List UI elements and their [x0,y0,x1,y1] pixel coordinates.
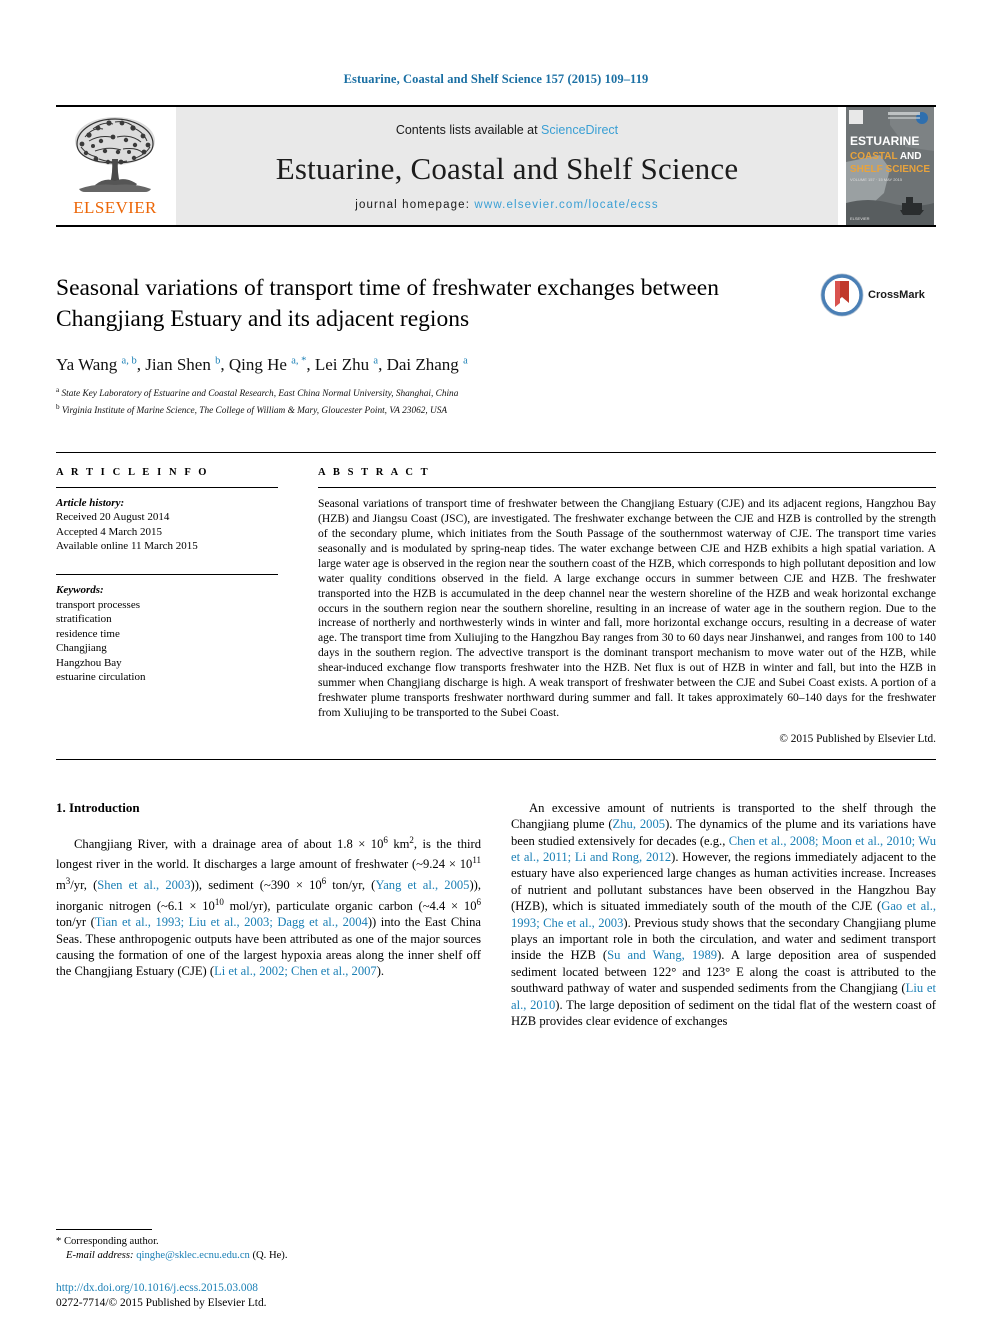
running-head: Estuarine, Coastal and Shelf Science 157… [343,72,649,86]
paper-page: Estuarine, Coastal and Shelf Science 157… [0,0,992,1323]
footnote-rule [56,1229,152,1230]
homepage-prefix: journal homepage: [355,199,475,211]
citation-link[interactable]: Chen et al., 2008; Moon et al., 2010; Wu… [511,834,936,864]
svg-text:ESTUARINE: ESTUARINE [850,134,919,148]
abstract-rule [318,487,936,489]
keywords-rule [56,573,278,575]
article-info-column: A R T I C L E I N F O Article history: R… [56,453,302,745]
crossmark-icon [820,273,864,317]
affiliation-list: a State Key Laboratory of Estuarine and … [56,384,806,418]
email-owner: (Q. He). [252,1250,288,1261]
info-abstract-row: A R T I C L E I N F O Article history: R… [56,452,936,745]
issn-copyright-line: 0272-7714/© 2015 Published by Elsevier L… [56,1297,267,1309]
citation-link[interactable]: Shen et al., 2003 [97,878,190,892]
keyword-item: transport processes [56,598,141,611]
elsevier-tree-icon [75,117,155,192]
author-name: Dai Zhang [386,355,464,374]
svg-text:SHELF SCIENCE: SHELF SCIENCE [850,164,930,175]
svg-text:COASTAL AND: COASTAL AND [850,151,922,162]
abstract-column: A B S T R A C T Seasonal variations of t… [302,453,936,745]
elsevier-wordmark: ELSEVIER [73,198,157,217]
author-affiliation-mark: a [463,355,468,367]
citation-link[interactable]: Yang et al., 2005 [375,878,469,892]
citation-link[interactable]: Liu et al., 2010 [511,981,936,1011]
elsevier-logo: ELSEVIER [56,107,174,225]
author-affiliation-mark: a, * [291,355,307,367]
journal-band: Contents lists available at ScienceDirec… [176,107,838,225]
page-title: Seasonal variations of transport time of… [56,275,719,332]
author-name: Jian Shen [145,355,216,374]
keyword-item: Hangzhou Bay [56,656,122,669]
author-name: Qing He [228,355,292,374]
citation-link[interactable]: Zhu, 2005 [613,817,666,831]
citation-link[interactable]: Gao et al., 1993; Che et al., 2003 [511,899,936,929]
title-block: CrossMark Seasonal variations of transpo… [56,273,936,418]
keyword-list: transport processes stratification resid… [56,598,278,685]
contents-prefix: Contents lists available at [395,123,542,137]
author-list: Ya Wang a, b, Jian Shen b, Qing He a, *,… [56,355,468,374]
intro-paragraph-left: Changjiang River, with a drainage area o… [56,834,482,979]
svg-text:ELSEVIER: ELSEVIER [850,216,870,221]
journal-homepage-line: journal homepage: www.elsevier.com/locat… [355,199,658,211]
abstract-heading: A B S T R A C T [318,467,431,479]
crossmark-label: CrossMark [868,289,925,301]
history-line: Received 20 August 2014 [56,511,170,524]
contents-available-line: Contents lists available at ScienceDirec… [396,123,618,137]
email-line: E-mail address: qinghe@sklec.ecnu.edu.cn… [56,1249,456,1263]
author-affiliation-mark: a, b [121,355,137,367]
corresponding-author-footnote: * Corresponding author. E-mail address: … [56,1229,456,1263]
article-history-lines: Received 20 August 2014 Accepted 4 March… [56,510,278,554]
email-link[interactable]: qinghe@sklec.ecnu.edu.cn [136,1250,250,1261]
history-line: Available online 11 March 2015 [56,540,198,553]
author-name: Lei Zhu [314,355,374,374]
body-column-right: An excessive amount of nutrients is tran… [511,800,936,1030]
keyword-item: stratification [56,613,112,626]
journal-cover-image: ESTUARINE COASTAL AND SHELF SCIENCE VOLU… [846,107,934,225]
journal-title: Estuarine, Coastal and Shelf Science [275,151,739,186]
doi-link[interactable]: http://dx.doi.org/10.1016/j.ecss.2015.03… [56,1281,476,1296]
citation-link[interactable]: Tian et al., 1993; Liu et al., 2003; Dag… [95,915,368,929]
journal-masthead: ELSEVIER Contents lists available at Sci… [56,105,936,227]
exponent: 3 [65,875,71,886]
journal-cover-thumbnail: ESTUARINE COASTAL AND SHELF SCIENCE VOLU… [844,107,936,225]
exponent: 10 [214,896,224,907]
abstract-copyright: © 2015 Published by Elsevier Ltd. [779,732,936,745]
homepage-url-link[interactable]: www.elsevier.com/locate/ecss [474,199,658,211]
exponent: 6 [476,896,482,907]
affiliation-line: b Virginia Institute of Marine Science, … [56,403,448,417]
article-history-label: Article history: [56,497,125,510]
history-line: Accepted 4 March 2015 [56,525,162,538]
footer-doi-block: http://dx.doi.org/10.1016/j.ecss.2015.03… [56,1281,476,1311]
exponent: 6 [321,875,327,886]
article-info-heading: A R T I C L E I N F O [56,467,210,479]
svg-text:VOLUME 157 · 15 MAY 2015: VOLUME 157 · 15 MAY 2015 [850,177,903,182]
intro-paragraph-right: An excessive amount of nutrients is tran… [511,800,937,1029]
exponent: 11 [472,855,481,866]
citation-link[interactable]: Li et al., 2002; Chen et al., 2007 [214,964,377,978]
keyword-item: Changjiang [56,642,107,655]
abstract-bottom-rule [56,758,936,760]
email-label: E-mail address: [66,1250,134,1261]
author-affiliation-mark: b [215,355,221,367]
keyword-item: residence time [56,627,120,640]
affiliation-line: a State Key Laboratory of Estuarine and … [56,386,459,400]
sciencedirect-link[interactable]: ScienceDirect [541,123,618,137]
exponent: 6 [383,834,388,845]
crossmark-badge[interactable]: CrossMark [820,273,936,317]
abstract-text: Seasonal variations of transport time of… [318,497,936,719]
author-affiliation-mark: a [373,355,379,367]
author-name: Ya Wang [56,355,122,374]
section-heading-introduction: 1. Introduction [56,799,140,815]
corresponding-author-line: * Corresponding author. [56,1236,159,1247]
body-column-left: 1. Introduction Changjiang River, with a… [56,800,481,1030]
article-info-rule [56,487,278,489]
keywords-label: Keywords: [56,583,104,596]
body-columns: 1. Introduction Changjiang River, with a… [56,800,936,1030]
keyword-item: estuarine circulation [56,671,146,684]
exponent: 2 [409,834,414,845]
citation-link[interactable]: Su and Wang, 1989 [607,948,717,962]
